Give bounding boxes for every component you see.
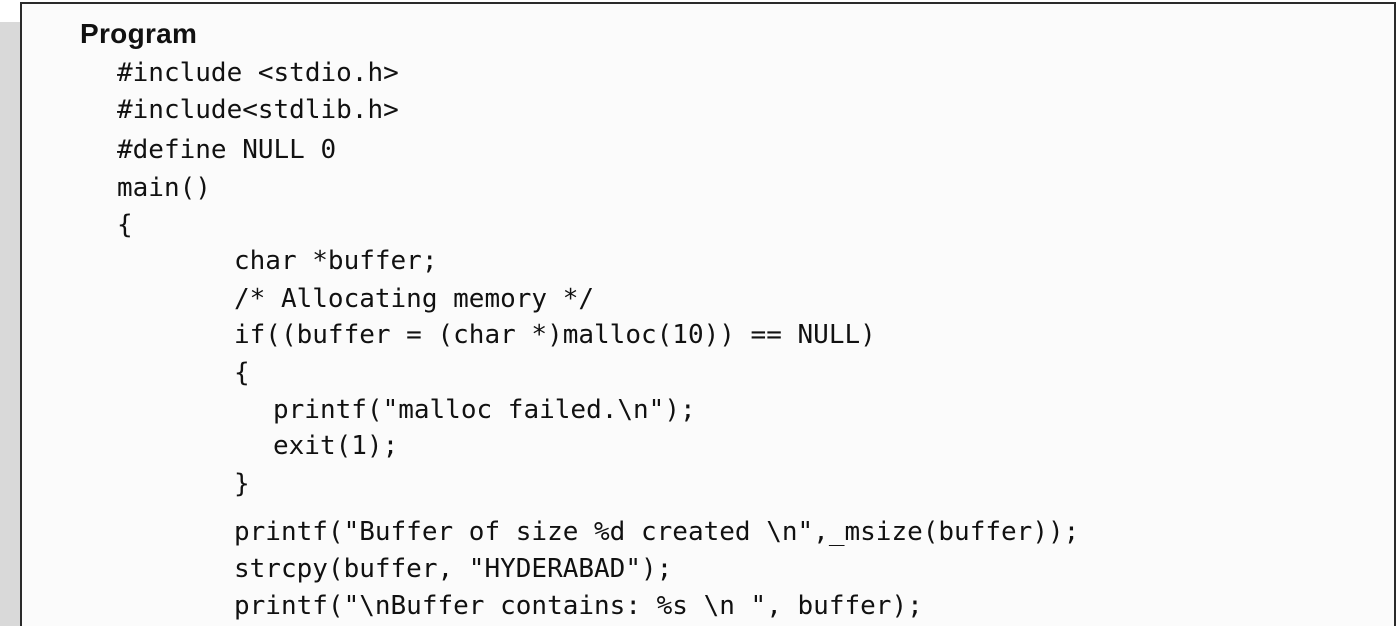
- code-line: /* Allocating memory */: [234, 284, 595, 314]
- code-line: #include<stdlib.h>: [117, 95, 399, 125]
- code-listing: #include <stdio.h> #include<stdlib.h> #d…: [0, 0, 1400, 621]
- code-line: char *buffer;: [234, 246, 438, 276]
- code-line: printf("malloc failed.\n");: [273, 395, 696, 425]
- code-line: {: [117, 210, 133, 240]
- code-line: #define NULL 0: [117, 135, 337, 165]
- code-line: #include <stdio.h>: [117, 58, 399, 88]
- document-page: Program #include <stdio.h> #include<stdl…: [0, 0, 1400, 626]
- code-line: strcpy(buffer, "HYDERABAD");: [234, 554, 673, 584]
- code-line: if((buffer = (char *)malloc(10)) == NULL…: [234, 320, 876, 350]
- code-line: {: [234, 358, 250, 388]
- code-line: exit(1);: [273, 431, 399, 461]
- code-line: }: [234, 469, 250, 499]
- code-line: main(): [117, 173, 211, 203]
- code-line: printf("\nBuffer contains: %s \n ", buff…: [234, 591, 923, 621]
- code-line: printf("Buffer of size %d created \n",_m…: [234, 517, 1080, 547]
